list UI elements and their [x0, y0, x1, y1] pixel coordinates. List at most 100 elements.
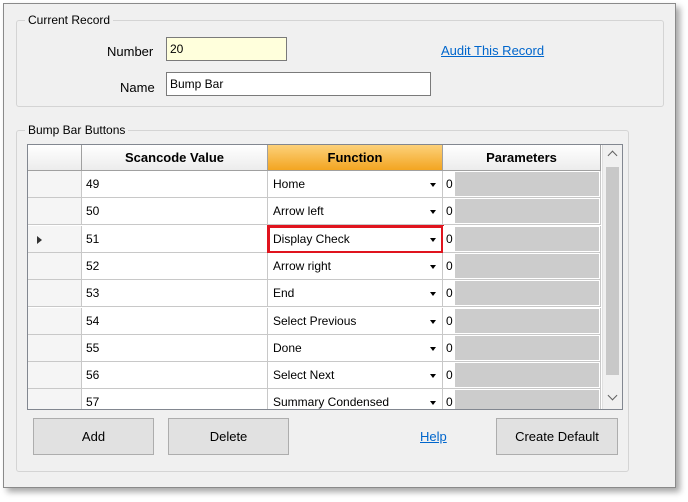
- row-header[interactable]: [28, 225, 82, 253]
- parameters-disabled-area: [455, 253, 599, 278]
- current-row-arrow-icon: [37, 235, 42, 244]
- dialog-window: Current Record Number Audit This Record …: [3, 3, 676, 488]
- function-dropdown-cell[interactable]: Done: [268, 334, 443, 362]
- row-header[interactable]: [28, 334, 82, 362]
- function-dropdown-cell[interactable]: Display Check: [267, 224, 444, 254]
- chevron-down-icon: [607, 390, 618, 401]
- table-row[interactable]: 57 Summary Condensed 0: [28, 389, 601, 410]
- dropdown-arrow-icon[interactable]: [430, 183, 436, 187]
- scroll-thumb[interactable]: [606, 167, 619, 375]
- dropdown-arrow-icon[interactable]: [430, 292, 436, 297]
- row-header[interactable]: [28, 280, 82, 308]
- row-header[interactable]: [28, 171, 82, 198]
- column-header-parameters[interactable]: Parameters: [443, 145, 601, 171]
- parameters-disabled-area: [455, 281, 599, 306]
- create-default-button[interactable]: Create Default: [496, 418, 618, 455]
- function-dropdown-cell[interactable]: Summary Condensed: [268, 389, 443, 410]
- dropdown-arrow-icon[interactable]: [430, 319, 436, 324]
- dropdown-arrow-icon[interactable]: [430, 210, 436, 215]
- vertical-scrollbar[interactable]: [602, 145, 622, 409]
- delete-button[interactable]: Delete: [168, 418, 289, 455]
- table-row[interactable]: 52 Arrow right 0: [28, 252, 601, 280]
- function-value: End: [273, 286, 295, 301]
- row-header[interactable]: [28, 362, 82, 390]
- function-dropdown-cell[interactable]: Arrow left: [268, 198, 443, 226]
- column-header-scancode[interactable]: Scancode Value: [82, 145, 268, 171]
- function-dropdown-cell[interactable]: End: [268, 280, 443, 308]
- row-header[interactable]: [28, 389, 82, 409]
- add-button[interactable]: Add: [33, 418, 154, 455]
- row-header[interactable]: [28, 307, 82, 335]
- name-field[interactable]: [166, 72, 431, 96]
- parameters-value: 0: [446, 286, 453, 301]
- function-dropdown-cell[interactable]: Select Next: [268, 362, 443, 390]
- help-link[interactable]: Help: [420, 429, 447, 445]
- function-value: Done: [273, 340, 302, 355]
- parameters-value: 0: [446, 395, 453, 410]
- table-row[interactable]: 54 Select Previous 0: [28, 307, 601, 335]
- dropdown-arrow-icon[interactable]: [430, 264, 436, 269]
- table-row[interactable]: 56 Select Next 0: [28, 362, 601, 390]
- parameters-disabled-area: [455, 199, 599, 224]
- parameters-value: 0: [446, 204, 453, 219]
- table-row[interactable]: 55 Done 0: [28, 334, 601, 362]
- function-dropdown-cell[interactable]: Arrow right: [268, 252, 443, 280]
- name-label: Name: [120, 80, 155, 95]
- scancode-cell[interactable]: 50: [82, 198, 268, 226]
- function-value: Summary Condensed: [273, 395, 390, 410]
- parameters-value: 0: [446, 368, 453, 383]
- function-dropdown-cell[interactable]: Select Previous: [268, 307, 443, 335]
- scancode-cell[interactable]: 53: [82, 280, 268, 308]
- parameters-cell: 0: [443, 225, 601, 253]
- parameters-value: 0: [446, 340, 453, 355]
- scancode-cell[interactable]: 55: [82, 334, 268, 362]
- row-header[interactable]: [28, 198, 82, 226]
- function-value: Select Next: [273, 368, 335, 383]
- dropdown-arrow-icon[interactable]: [430, 401, 436, 406]
- parameters-disabled-area: [455, 226, 599, 251]
- number-label: Number: [107, 44, 154, 59]
- function-value: Select Previous: [273, 313, 357, 328]
- parameters-disabled-area: [455, 172, 599, 196]
- parameters-cell: 0: [443, 171, 601, 198]
- table-row[interactable]: 49 Home 0: [28, 171, 601, 198]
- parameters-disabled-area: [455, 308, 599, 333]
- parameters-cell: 0: [443, 389, 601, 410]
- scancode-cell[interactable]: 57: [82, 389, 268, 409]
- function-value: Display Check: [273, 231, 350, 246]
- bump-bar-title: Bump Bar Buttons: [25, 122, 129, 138]
- table-row[interactable]: 53 End 0: [28, 280, 601, 308]
- parameters-value: 0: [446, 258, 453, 273]
- scancode-cell[interactable]: 51: [82, 225, 268, 253]
- current-record-title: Current Record: [25, 12, 114, 28]
- scancode-cell[interactable]: 54: [82, 307, 268, 335]
- parameters-cell: 0: [443, 362, 601, 390]
- scroll-up-button[interactable]: [603, 145, 622, 163]
- function-dropdown-cell[interactable]: Home: [268, 171, 443, 198]
- scancode-cell[interactable]: 49: [82, 171, 268, 198]
- number-field[interactable]: [166, 37, 287, 61]
- function-value: Arrow right: [273, 258, 332, 273]
- parameters-value: 0: [446, 177, 453, 191]
- parameters-value: 0: [446, 313, 453, 328]
- function-value: Home: [273, 177, 306, 191]
- parameters-disabled-area: [455, 390, 599, 409]
- dropdown-arrow-icon[interactable]: [430, 237, 436, 242]
- scroll-down-button[interactable]: [603, 389, 622, 407]
- parameters-cell: 0: [443, 307, 601, 335]
- scancode-cell[interactable]: 52: [82, 252, 268, 280]
- scancode-cell[interactable]: 56: [82, 362, 268, 390]
- audit-record-link[interactable]: Audit This Record: [441, 43, 544, 59]
- table-row[interactable]: 50 Arrow left 0: [28, 198, 601, 226]
- bump-bar-grid[interactable]: Scancode Value Function Parameters 49 Hom…: [27, 144, 623, 410]
- parameters-value: 0: [446, 231, 453, 246]
- parameters-disabled-area: [455, 335, 599, 360]
- row-header-corner: [28, 145, 82, 171]
- row-header[interactable]: [28, 252, 82, 280]
- column-header-function[interactable]: Function: [268, 145, 443, 171]
- dropdown-arrow-icon[interactable]: [430, 346, 436, 351]
- function-value: Arrow left: [273, 204, 324, 219]
- parameters-disabled-area: [455, 363, 599, 388]
- table-row[interactable]: 51 Display Check 0: [28, 224, 601, 254]
- dropdown-arrow-icon[interactable]: [430, 374, 436, 379]
